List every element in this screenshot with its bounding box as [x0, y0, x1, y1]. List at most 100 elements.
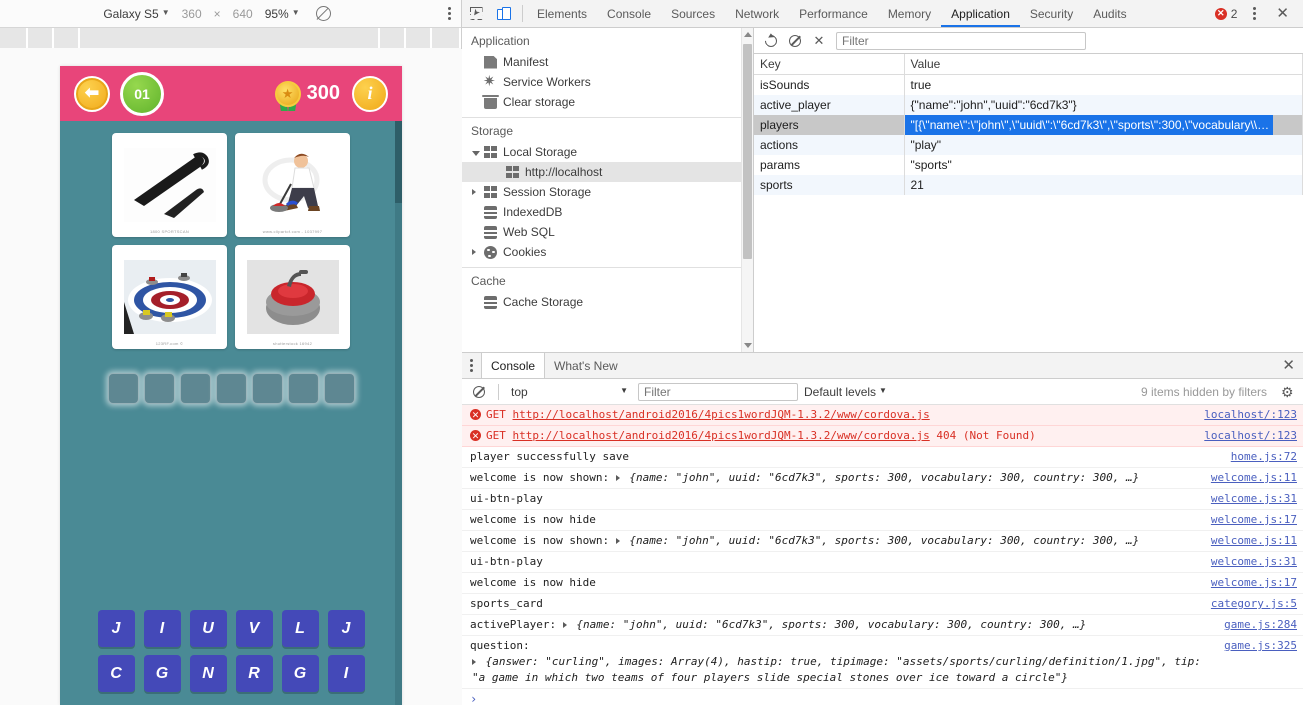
- console-log-row[interactable]: welcome is now shown: {name: "john", uui…: [462, 531, 1303, 552]
- rotate-button[interactable]: [306, 6, 341, 21]
- devtools-main-menu-button[interactable]: [1243, 7, 1266, 20]
- sidebar-item-local-storage[interactable]: Local Storage: [462, 142, 753, 162]
- answer-slot[interactable]: [252, 373, 283, 404]
- console-log-row[interactable]: welcome is now hide welcome.js:17: [462, 510, 1303, 531]
- refresh-button[interactable]: [760, 31, 782, 51]
- sidebar-item-localhost[interactable]: http://localhost: [462, 162, 753, 182]
- drawer-tab-whats-new[interactable]: What's New: [545, 353, 627, 378]
- close-devtools-button[interactable]: ✕: [1268, 6, 1297, 21]
- request-url[interactable]: http://localhost/android2016/4pics1wordJ…: [513, 408, 930, 421]
- letter-tile[interactable]: J: [98, 610, 135, 647]
- answer-slot[interactable]: [324, 373, 355, 404]
- scroll-down-arrow-icon[interactable]: [744, 343, 752, 348]
- letter-tile[interactable]: I: [328, 655, 365, 692]
- info-button[interactable]: i: [352, 76, 388, 112]
- sidebar-item-cache-storage[interactable]: Cache Storage: [462, 292, 753, 312]
- tab-elements[interactable]: Elements: [527, 0, 597, 27]
- letter-tile[interactable]: I: [144, 610, 181, 647]
- delete-selected-button[interactable]: ✕: [808, 31, 830, 51]
- sidebar-scrollbar-thumb[interactable]: [743, 44, 752, 259]
- console-log-row[interactable]: welcome is now hide welcome.js:17: [462, 573, 1303, 594]
- chevron-down-icon[interactable]: [472, 151, 480, 156]
- answer-slot[interactable]: [216, 373, 247, 404]
- source-link[interactable]: welcome.js:31: [1201, 554, 1297, 570]
- tab-memory[interactable]: Memory: [878, 0, 941, 27]
- clear-console-button[interactable]: [468, 382, 490, 402]
- chevron-right-icon[interactable]: [472, 189, 476, 195]
- console-error-row[interactable]: ✕ GET http://localhost/android2016/4pics…: [462, 426, 1303, 447]
- device-width-input[interactable]: 360: [176, 7, 208, 21]
- sidebar-item-indexeddb[interactable]: IndexedDB: [462, 202, 753, 222]
- console-log-row[interactable]: activePlayer: {name: "john", uuid: "6cd7…: [462, 615, 1303, 636]
- letter-tile[interactable]: V: [236, 610, 273, 647]
- expand-object-icon[interactable]: [616, 538, 620, 544]
- source-link[interactable]: welcome.js:31: [1201, 491, 1297, 507]
- storage-filter-input[interactable]: [836, 32, 1086, 50]
- console-log-row[interactable]: player successfully save home.js:72: [462, 447, 1303, 468]
- table-row[interactable]: sports 21: [754, 175, 1303, 195]
- tab-performance[interactable]: Performance: [789, 0, 878, 27]
- answer-slot[interactable]: [180, 373, 211, 404]
- source-link[interactable]: welcome.js:17: [1201, 512, 1297, 528]
- sidebar-item-web-sql[interactable]: Web SQL: [462, 222, 753, 242]
- error-count-badge[interactable]: ✕ 2: [1211, 7, 1242, 21]
- console-filter-input[interactable]: [638, 383, 798, 401]
- game-scrollbar-thumb[interactable]: [395, 121, 402, 203]
- inspect-element-button[interactable]: [462, 0, 490, 27]
- console-error-row[interactable]: ✕ GET http://localhost/android2016/4pics…: [462, 405, 1303, 426]
- column-header-value[interactable]: Value: [904, 54, 1303, 75]
- source-link[interactable]: category.js:5: [1201, 596, 1297, 612]
- sidebar-item-clear-storage[interactable]: Clear storage: [462, 92, 753, 112]
- table-row[interactable]: active_player {"name":"john","uuid":"6cd…: [754, 95, 1303, 115]
- sidebar-item-manifest[interactable]: Manifest: [462, 52, 753, 72]
- letter-tile[interactable]: L: [282, 610, 319, 647]
- console-prompt[interactable]: ›: [462, 689, 1303, 705]
- close-drawer-button[interactable]: ✕: [1274, 358, 1303, 373]
- back-button[interactable]: ⬅: [74, 76, 110, 112]
- sidebar-item-session-storage[interactable]: Session Storage: [462, 182, 753, 202]
- source-link[interactable]: welcome.js:17: [1201, 575, 1297, 591]
- device-selector[interactable]: Galaxy S5 ▼: [97, 7, 175, 21]
- chevron-right-icon[interactable]: [472, 249, 476, 255]
- console-context-selector[interactable]: top ▼: [507, 385, 632, 399]
- source-link[interactable]: welcome.js:11: [1201, 533, 1297, 549]
- expand-object-icon[interactable]: [563, 622, 567, 628]
- source-link[interactable]: game.js:284: [1214, 617, 1297, 633]
- zoom-selector[interactable]: 95% ▼: [259, 7, 306, 21]
- puzzle-image-1[interactable]: 1800 SPORTSCAN: [112, 133, 227, 237]
- letter-tile[interactable]: G: [144, 655, 181, 692]
- table-row[interactable]: params "sports": [754, 155, 1303, 175]
- puzzle-image-4[interactable]: shutterstock 16942: [235, 245, 350, 349]
- column-header-key[interactable]: Key: [754, 54, 904, 75]
- sidebar-item-cookies[interactable]: Cookies: [462, 242, 753, 262]
- letter-tile[interactable]: R: [236, 655, 273, 692]
- source-link[interactable]: home.js:72: [1221, 449, 1297, 465]
- console-log-row[interactable]: question: {answer: "curling", images: Ar…: [462, 636, 1303, 689]
- expand-object-icon[interactable]: [616, 475, 620, 481]
- tab-application[interactable]: Application: [941, 0, 1020, 27]
- table-row[interactable]: actions "play": [754, 135, 1303, 155]
- clear-all-button[interactable]: [784, 31, 806, 51]
- letter-tile[interactable]: G: [282, 655, 319, 692]
- source-link[interactable]: welcome.js:11: [1201, 470, 1297, 486]
- letter-tile[interactable]: U: [190, 610, 227, 647]
- source-link[interactable]: localhost/:123: [1194, 428, 1297, 444]
- console-log-row[interactable]: ui-btn-play welcome.js:31: [462, 489, 1303, 510]
- tab-console[interactable]: Console: [597, 0, 661, 27]
- sidebar-scrollbar[interactable]: [741, 28, 753, 352]
- table-row[interactable]: isSounds true: [754, 75, 1303, 96]
- device-height-input[interactable]: 640: [227, 7, 259, 21]
- console-levels-selector[interactable]: Default levels ▼: [804, 385, 887, 399]
- source-link[interactable]: game.js:325: [1214, 638, 1297, 654]
- letter-tile[interactable]: C: [98, 655, 135, 692]
- table-row-selected[interactable]: players "[{\"name\":\"john\",\"uuid\":\"…: [754, 115, 1303, 135]
- answer-slot[interactable]: [144, 373, 175, 404]
- source-link[interactable]: localhost/:123: [1194, 407, 1297, 423]
- console-settings-button[interactable]: ⚙: [1281, 385, 1295, 399]
- toggle-device-toolbar-button[interactable]: [490, 0, 518, 27]
- drawer-tab-console[interactable]: Console: [481, 353, 545, 378]
- request-url[interactable]: http://localhost/android2016/4pics1wordJ…: [513, 429, 930, 442]
- tab-network[interactable]: Network: [725, 0, 789, 27]
- letter-tile[interactable]: J: [328, 610, 365, 647]
- tab-sources[interactable]: Sources: [661, 0, 725, 27]
